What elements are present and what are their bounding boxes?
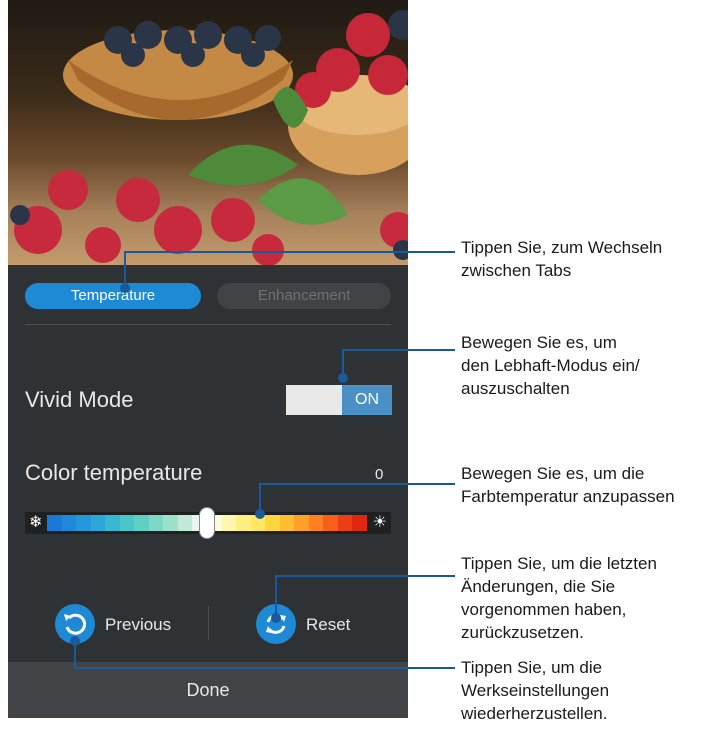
callout-tabs: Tippen Sie, zum Wechseln zwischen Tabs xyxy=(461,238,663,280)
callout-temperature: Bewegen Sie es, um die Farbtemperatur an… xyxy=(461,464,675,506)
callout-vivid: Bewegen Sie es, um den Lebhaft-Modus ein… xyxy=(461,333,640,398)
callout-reset: Tippen Sie, um die letzten Änderungen, d… xyxy=(461,554,657,642)
callout-previous: Tippen Sie, um die Werkseinstellungen wi… xyxy=(461,658,610,723)
